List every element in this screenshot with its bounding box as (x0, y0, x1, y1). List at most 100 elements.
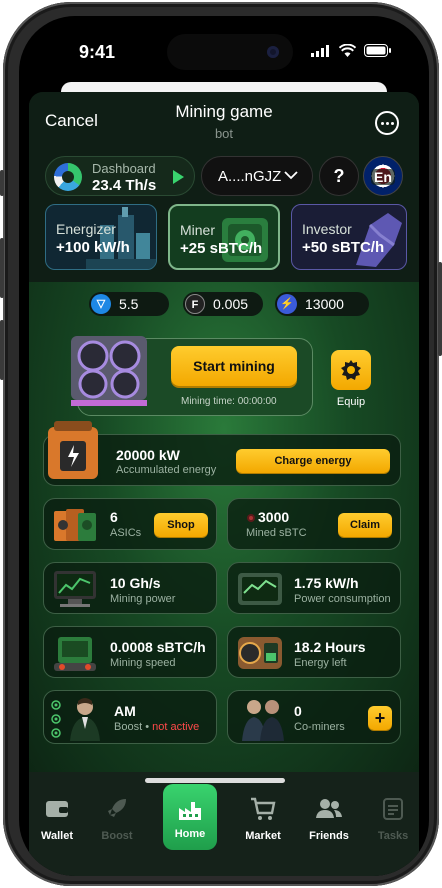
f-balance-value: 0.005 (213, 296, 249, 312)
app-header: Cancel Mining game bot (29, 92, 419, 148)
equip-button[interactable] (331, 350, 371, 390)
energy-label: Accumulated energy (116, 464, 217, 476)
power-consumption-row: 1.75 kW/h Power consumption (227, 562, 401, 614)
nav-friends-label: Friends (309, 830, 349, 842)
boost-label-text: Boost (114, 721, 143, 733)
dashboard-button[interactable]: Dashboard 23.4 Th/s (45, 156, 195, 196)
charge-energy-button[interactable]: Charge energy (236, 449, 390, 473)
top-bar: Dashboard 23.4 Th/s A....nGJZ ? En Energ… (29, 148, 419, 282)
rocket-icon (108, 799, 126, 817)
nav-wallet[interactable]: Wallet (29, 796, 87, 842)
energizer-card[interactable]: Energizer +100 kW/h (45, 204, 157, 270)
mining-speed-label: Mining speed (110, 657, 176, 669)
miner-value: +25 sBTC/h (180, 240, 263, 257)
mining-power-value: 10 Gh/s (110, 575, 161, 591)
bolt-coin-icon: ⚡ (277, 294, 297, 314)
nav-boost-label: Boost (101, 830, 133, 842)
boost-row[interactable]: AM Boost • not active (43, 690, 217, 744)
mined-label: Mined sBTC (246, 527, 307, 539)
monitor-chart-icon (54, 571, 96, 607)
app-title: Mining game (175, 102, 273, 121)
f-balance: F 0.005 (183, 292, 263, 316)
wallet-address-dropdown[interactable]: A....nGJZ (201, 156, 313, 196)
asic-stack-icon (54, 509, 96, 541)
mining-machine-icon (54, 637, 96, 671)
investor-card[interactable]: Investor +50 sBTC/h (291, 204, 407, 270)
nav-wallet-label: Wallet (41, 830, 73, 842)
mined-value: 3000 (258, 509, 290, 525)
asics-row: 6 ASICs Shop (43, 498, 217, 550)
wallet-icon (46, 801, 68, 817)
dashboard-label: Dashboard (92, 161, 156, 176)
chevron-down-icon (284, 171, 298, 180)
nav-home-label: Home (174, 828, 206, 840)
cellular-signal-icon (311, 44, 329, 57)
nav-friends[interactable]: Friends (299, 796, 359, 842)
wifi-icon (339, 44, 356, 57)
ton-coin-icon: ▽ (91, 294, 111, 314)
mute-switch (0, 170, 4, 196)
boost-value: AM (114, 703, 136, 719)
power-plant-icon (86, 207, 156, 269)
ton-balance-value: 5.5 (119, 296, 139, 312)
nav-market[interactable]: Market (233, 796, 293, 842)
mining-power-label: Mining power (110, 593, 176, 605)
power-consumption-value: 1.75 kW/h (294, 575, 359, 591)
factory-icon (179, 802, 201, 820)
booster-cards: Energizer +100 kW/h Miner +25 sBTC/h Inv… (45, 204, 419, 272)
power-button (438, 262, 442, 356)
screen: 9:41 Cancel Mining game bot Dashboard 23 (19, 16, 429, 876)
f-coin-icon: F (185, 294, 205, 314)
miner-title: Miner (180, 222, 216, 238)
nav-market-label: Market (245, 830, 281, 842)
mining-speed-value: 0.0008 sBTC/h (110, 639, 206, 655)
ton-balance: ▽ 5.5 (89, 292, 169, 316)
language-button[interactable]: En (363, 156, 403, 196)
home-indicator[interactable] (145, 778, 285, 783)
co-miners-row: 0 Co-miners + (227, 690, 401, 744)
mined-coin-icon (247, 514, 255, 522)
language-label: En (371, 169, 395, 185)
energy-left-row: 18.2 Hours Energy left (227, 626, 401, 678)
play-icon (173, 170, 184, 184)
energy-row: 20000 kW Accumulated energy Charge energ… (43, 421, 401, 486)
energy-gauge-icon (238, 637, 282, 669)
hashrate-value: 23.4 Th/s (92, 177, 157, 194)
asic-miner-icon (71, 336, 147, 406)
nav-home[interactable]: Home (163, 784, 217, 850)
claim-button[interactable]: Claim (338, 513, 392, 537)
battery-box-icon (48, 421, 98, 479)
status-time: 9:41 (79, 42, 116, 62)
help-button[interactable]: ? (319, 156, 359, 196)
add-co-miner-button[interactable]: + (368, 706, 392, 730)
balances: ▽ 5.5 F 0.005 ⚡ 13000 (89, 292, 369, 318)
start-mining-button[interactable]: Start mining (171, 346, 297, 386)
asics-value: 6 (110, 509, 118, 525)
mined-row: 3000 Mined sBTC Claim (227, 498, 401, 550)
mining-time: Mining time: 00:00:00 (181, 396, 277, 407)
phone-frame: 9:41 Cancel Mining game bot Dashboard 23 (0, 2, 442, 886)
more-options-icon[interactable] (375, 111, 399, 135)
shop-button[interactable]: Shop (154, 513, 208, 537)
gpu-rig-icon (222, 218, 268, 262)
energizer-title: Energizer (56, 221, 116, 237)
nav-boost[interactable]: Boost (87, 796, 147, 842)
equip-label: Equip (336, 396, 366, 408)
friends-icon (316, 799, 342, 818)
battery-icon (364, 44, 391, 57)
co-miners-value: 0 (294, 703, 302, 719)
main-panel: ▽ 5.5 F 0.005 ⚡ 13000 Start mining Minin… (29, 282, 419, 772)
investor-value: +50 sBTC/h (302, 239, 385, 256)
miner-card[interactable]: Miner +25 sBTC/h (168, 204, 280, 270)
volume-down-button (0, 320, 4, 380)
gear-icon (341, 360, 361, 380)
power-meter-icon (238, 573, 282, 605)
boost-level-dots-icon (51, 700, 61, 738)
energizer-value: +100 kW/h (56, 239, 130, 256)
bolt-balance: ⚡ 13000 (275, 292, 369, 316)
boost-separator: • (145, 721, 150, 733)
wallet-address: A....nGJZ (218, 168, 282, 185)
nav-tasks[interactable]: Tasks (363, 796, 419, 842)
pie-chart-icon (54, 163, 82, 191)
investor-title: Investor (302, 221, 352, 237)
